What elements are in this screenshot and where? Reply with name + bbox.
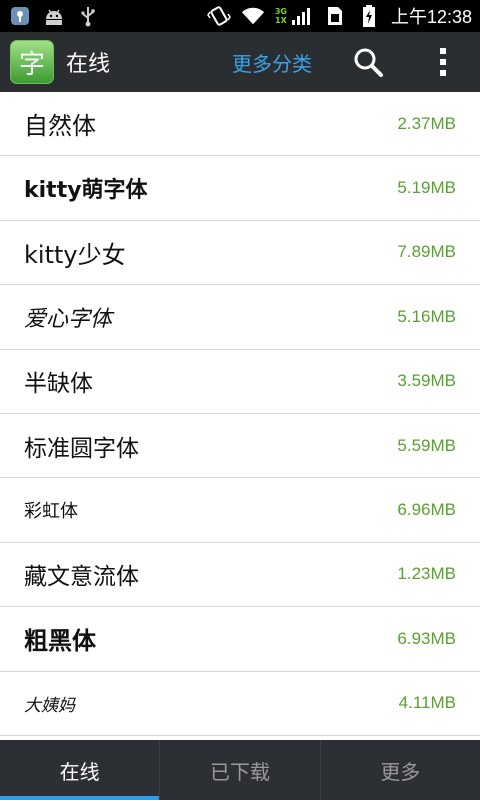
font-file-size: 7.89MB [397, 242, 456, 262]
font-list[interactable]: 自然体 2.37MB kitty萌字体 5.19MB kitty少女 7.89M… [0, 92, 480, 740]
status-time: 上午12:38 [390, 7, 472, 27]
usb-icon [76, 4, 100, 28]
font-file-size: 6.96MB [397, 500, 456, 520]
font-name: 彩虹体 [24, 501, 78, 523]
search-button[interactable] [348, 42, 388, 82]
battery-charging-icon [357, 4, 381, 28]
font-file-size: 3.59MB [397, 371, 456, 391]
font-name: 自然体 [24, 112, 96, 141]
font-file-size: 2.37MB [397, 113, 456, 133]
font-name: 爱心字体 [24, 306, 113, 332]
font-name: kitty少女 [24, 240, 126, 269]
font-file-size: 4.11MB [398, 693, 456, 713]
font-file-size: 6.93MB [397, 628, 456, 648]
page-title: 在线 [66, 52, 111, 77]
wifi-icon [241, 4, 265, 28]
font-file-size: 5.19MB [397, 178, 456, 198]
list-item[interactable]: 半缺体 3.59MB [0, 350, 480, 414]
app-logo-glyph: 字 [18, 49, 45, 80]
sim-icon [323, 4, 347, 28]
more-categories-button[interactable]: 更多分类 [232, 48, 312, 77]
list-item[interactable]: 彩虹体 6.96MB [0, 478, 480, 543]
status-bar: 3G 1X 上午12:38 [0, 0, 480, 32]
list-item[interactable]: 粗黑体 6.93MB [0, 607, 480, 672]
android-icon [42, 4, 66, 28]
list-item[interactable]: 爱心字体 5.16MB [0, 285, 480, 350]
font-name: kitty萌字体 [24, 178, 148, 204]
font-name: 半缺体 [24, 371, 93, 398]
tab-online[interactable]: 在线 [0, 740, 160, 800]
network-type-top: 3G [274, 7, 287, 16]
app-notification-icon [8, 4, 32, 28]
bottom-tab-bar: 在线 已下载 更多 [0, 740, 480, 800]
overflow-menu-button[interactable] [428, 42, 458, 82]
font-name: 标准圆字体 [24, 435, 139, 462]
list-item[interactable]: 标准圆字体 5.59MB [0, 414, 480, 479]
network-type-label: 3G 1X [275, 7, 287, 25]
vibrate-icon [206, 4, 231, 28]
list-item[interactable]: 藏文意流体 1.23MB [0, 543, 480, 608]
search-icon [354, 48, 383, 77]
font-file-size: 1.23MB [397, 564, 456, 584]
app-logo[interactable]: 字 [10, 40, 54, 84]
tab-more[interactable]: 更多 [319, 740, 480, 800]
status-bar-right: 3G 1X 上午12:38 [206, 3, 472, 29]
overflow-menu-icon [440, 48, 446, 76]
font-name: 大姨妈 [24, 695, 75, 716]
list-item[interactable]: kitty少女 7.89MB [0, 221, 480, 286]
list-item[interactable]: 大姨妈 4.11MB [0, 672, 480, 736]
action-bar: 字 在线 更多分类 [0, 32, 480, 92]
font-file-size: 5.59MB [397, 435, 456, 455]
network-type-bottom: 1X [275, 16, 287, 25]
status-bar-left [8, 4, 100, 28]
font-name: 藏文意流体 [24, 564, 139, 591]
font-file-size: 5.16MB [397, 306, 456, 326]
list-item[interactable]: 自然体 2.37MB [0, 92, 480, 157]
signal-icon [289, 4, 313, 28]
list-item[interactable]: kitty萌字体 5.19MB [0, 156, 480, 221]
font-name: 粗黑体 [24, 627, 96, 656]
tab-downloaded[interactable]: 已下载 [159, 740, 319, 800]
